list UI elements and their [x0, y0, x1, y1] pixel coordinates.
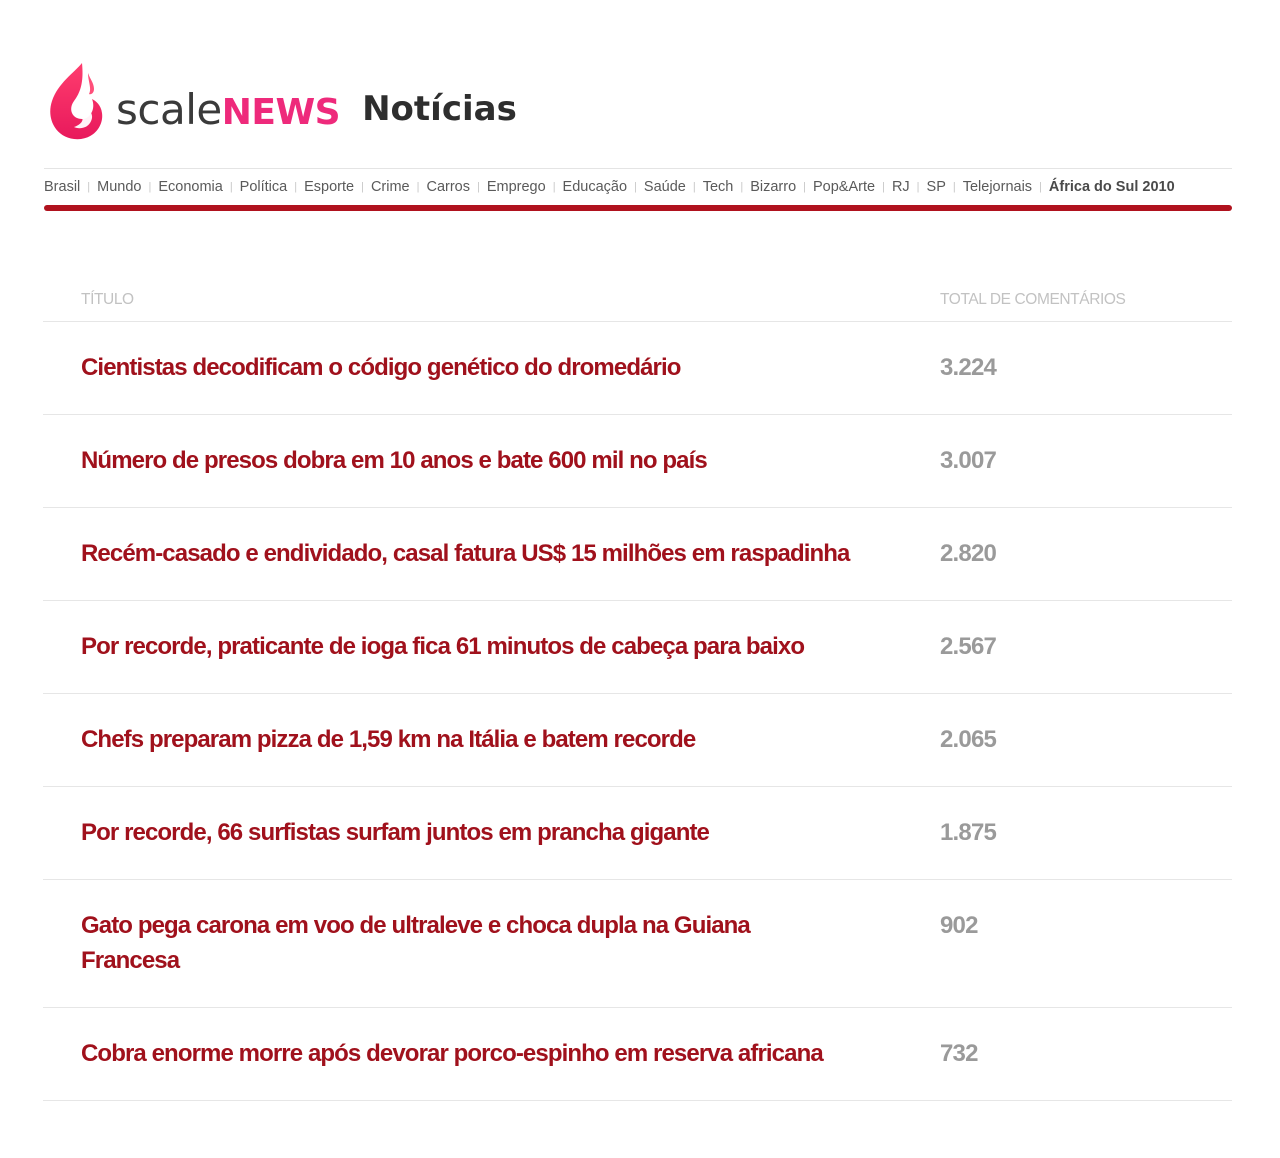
table-row: Por recorde, praticante de ioga fica 61 … [43, 601, 1232, 694]
nav-item-brasil[interactable]: Brasil [44, 179, 80, 195]
nav-separator: | [882, 181, 885, 193]
table-row: Cobra enorme morre após devorar porco-es… [43, 1008, 1232, 1101]
comment-count: 3.224 [940, 354, 997, 381]
article-title-link[interactable]: Por recorde, praticante de ioga fica 61 … [81, 629, 805, 664]
nav-separator: | [1039, 181, 1042, 193]
nav-item-emprego[interactable]: Emprego [487, 179, 546, 195]
title-cell: Gato pega carona em voo de ultraleve e c… [43, 880, 901, 1007]
nav-item-saude[interactable]: Saúde [644, 179, 686, 195]
table-row: Número de presos dobra em 10 anos e bate… [43, 415, 1232, 508]
nav-separator: | [552, 181, 556, 193]
nav-item-economia[interactable]: Economia [158, 179, 222, 195]
nav-separator: | [148, 181, 152, 193]
nav-separator: | [361, 181, 364, 193]
article-title-link[interactable]: Chefs preparam pizza de 1,59 km na Itáli… [81, 722, 696, 757]
section-title: Notícias [362, 89, 517, 129]
title-cell: Por recorde, 66 surfistas surfam juntos … [43, 787, 901, 879]
title-cell: Número de presos dobra em 10 anos e bate… [43, 415, 901, 507]
article-title-link[interactable]: Por recorde, 66 surfistas surfam juntos … [81, 815, 710, 850]
article-title-link[interactable]: Gato pega carona em voo de ultraleve e c… [81, 908, 851, 978]
title-cell: Recém-casado e endividado, casal fatura … [43, 508, 901, 600]
nav-separator: | [740, 181, 744, 193]
nav-separator: | [476, 181, 480, 193]
table-header: TÍTULO TOTAL DE COMENTÁRIOS [43, 278, 1232, 322]
nav-item-tech[interactable]: Tech [703, 179, 734, 195]
table-body: Cientistas decodificam o código genético… [43, 322, 1232, 1101]
nav-item-telejornais[interactable]: Telejornais [963, 179, 1032, 195]
nav-item-sp[interactable]: SP [927, 179, 946, 195]
nav-underline-bar [44, 205, 1232, 211]
category-nav: Brasil | Mundo | Economia | Política | Esporte | C… [44, 168, 1232, 211]
comment-count: 3.007 [940, 447, 997, 474]
table-row: Chefs preparam pizza de 1,59 km na Itáli… [43, 694, 1232, 787]
article-title-link[interactable]: Cientistas decodificam o código genético… [81, 350, 681, 385]
title-cell: Por recorde, praticante de ioga fica 61 … [43, 601, 901, 693]
comment-count: 2.567 [940, 633, 997, 660]
comment-count: 2.820 [940, 540, 997, 567]
nav-item-bizarro[interactable]: Bizarro [750, 179, 796, 195]
nav-item-educacao[interactable]: Educação [563, 179, 628, 195]
nav-item-africa-do-sul-2010[interactable]: África do Sul 2010 [1049, 179, 1175, 195]
nav-item-carros[interactable]: Carros [426, 179, 470, 195]
comment-count: 902 [940, 912, 978, 939]
nav-separator: | [229, 181, 233, 193]
article-title-link[interactable]: Recém-casado e endividado, casal fatura … [81, 536, 850, 571]
comment-count: 732 [940, 1040, 978, 1067]
nav-separator: | [294, 181, 298, 193]
title-cell: Cobra enorme morre após devorar porco-es… [43, 1008, 901, 1100]
nav-item-mundo[interactable]: Mundo [97, 179, 141, 195]
nav-item-politica[interactable]: Política [240, 179, 288, 195]
table-row: Cientistas decodificam o código genético… [43, 322, 1232, 415]
table-row: Recém-casado e endividado, casal fatura … [43, 508, 1232, 601]
brand-news-text: NEWS [221, 91, 341, 133]
article-title-link[interactable]: Cobra enorme morre após devorar porco-es… [81, 1036, 824, 1071]
category-nav-items: Brasil | Mundo | Economia | Política | Esporte | C… [44, 169, 1232, 205]
column-header-title: TÍTULO [81, 290, 134, 308]
nav-item-pop-arte[interactable]: Pop&Arte [813, 179, 875, 195]
nav-separator: | [692, 181, 696, 193]
nav-item-rj[interactable]: RJ [892, 179, 910, 195]
table-row: Por recorde, 66 surfistas surfam juntos … [43, 787, 1232, 880]
title-cell: Cientistas decodificam o código genético… [43, 322, 901, 414]
nav-separator: | [916, 181, 920, 193]
comment-count: 1.875 [940, 819, 997, 846]
brand-wordmark[interactable]: scale NEWS [116, 84, 341, 134]
nav-separator: | [87, 181, 91, 193]
table-row: Gato pega carona em voo de ultraleve e c… [43, 880, 1232, 1008]
comments-ranking-table: TÍTULO TOTAL DE COMENTÁRIOS Cientistas d… [43, 278, 1232, 1101]
flame-icon[interactable] [44, 61, 106, 141]
nav-item-esporte[interactable]: Esporte [304, 179, 354, 195]
nav-separator: | [803, 181, 806, 193]
site-header: scale NEWS Notícias [44, 60, 517, 142]
nav-separator: | [634, 181, 637, 193]
nav-item-crime[interactable]: Crime [371, 179, 410, 195]
nav-separator: | [416, 181, 420, 193]
title-cell: Chefs preparam pizza de 1,59 km na Itáli… [43, 694, 901, 786]
column-header-count: TOTAL DE COMENTÁRIOS [940, 290, 1126, 308]
comment-count: 2.065 [940, 726, 997, 753]
nav-separator: | [952, 181, 956, 193]
article-title-link[interactable]: Número de presos dobra em 10 anos e bate… [81, 443, 708, 478]
brand-scale-text: scale [116, 84, 222, 134]
